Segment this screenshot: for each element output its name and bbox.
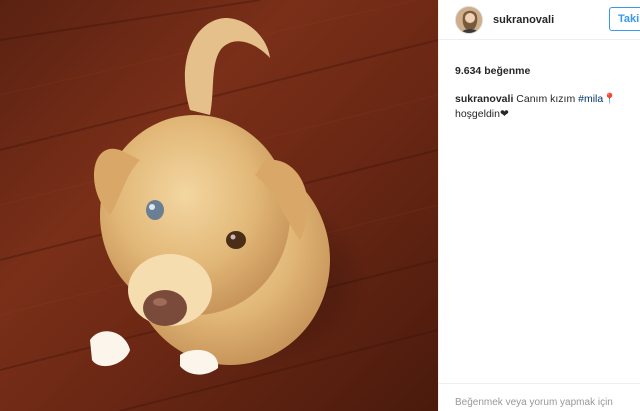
post-header: sukranovali Takip Et — [439, 0, 640, 40]
login-hint: Beğenmek veya yorum yapmak için — [455, 397, 613, 408]
post-caption: sukranovali Canım kızım #mila📍 hoşgeldin… — [455, 92, 635, 122]
like-count[interactable]: 9.634 beğenme — [455, 65, 530, 77]
caption-username[interactable]: sukranovali — [455, 93, 513, 105]
heart-emoji: ❤ — [499, 108, 509, 120]
caption-text: Canım kızım — [513, 93, 579, 105]
pin-emoji: 📍 — [603, 93, 617, 105]
follow-button[interactable]: Takip Et — [609, 7, 640, 31]
post-footer: Beğenmek veya yorum yapmak için — [439, 383, 640, 411]
post-sidebar: sukranovali Takip Et 9.634 beğenme sukra… — [438, 0, 640, 411]
avatar-image — [456, 6, 482, 33]
puppy-image — [0, 0, 438, 411]
post-photo[interactable] — [0, 0, 438, 411]
caption-line2: hoşgeldin — [455, 108, 500, 120]
username-link[interactable]: sukranovali — [493, 14, 554, 26]
avatar[interactable] — [455, 5, 483, 34]
hashtag-link[interactable]: #mila — [578, 93, 603, 105]
